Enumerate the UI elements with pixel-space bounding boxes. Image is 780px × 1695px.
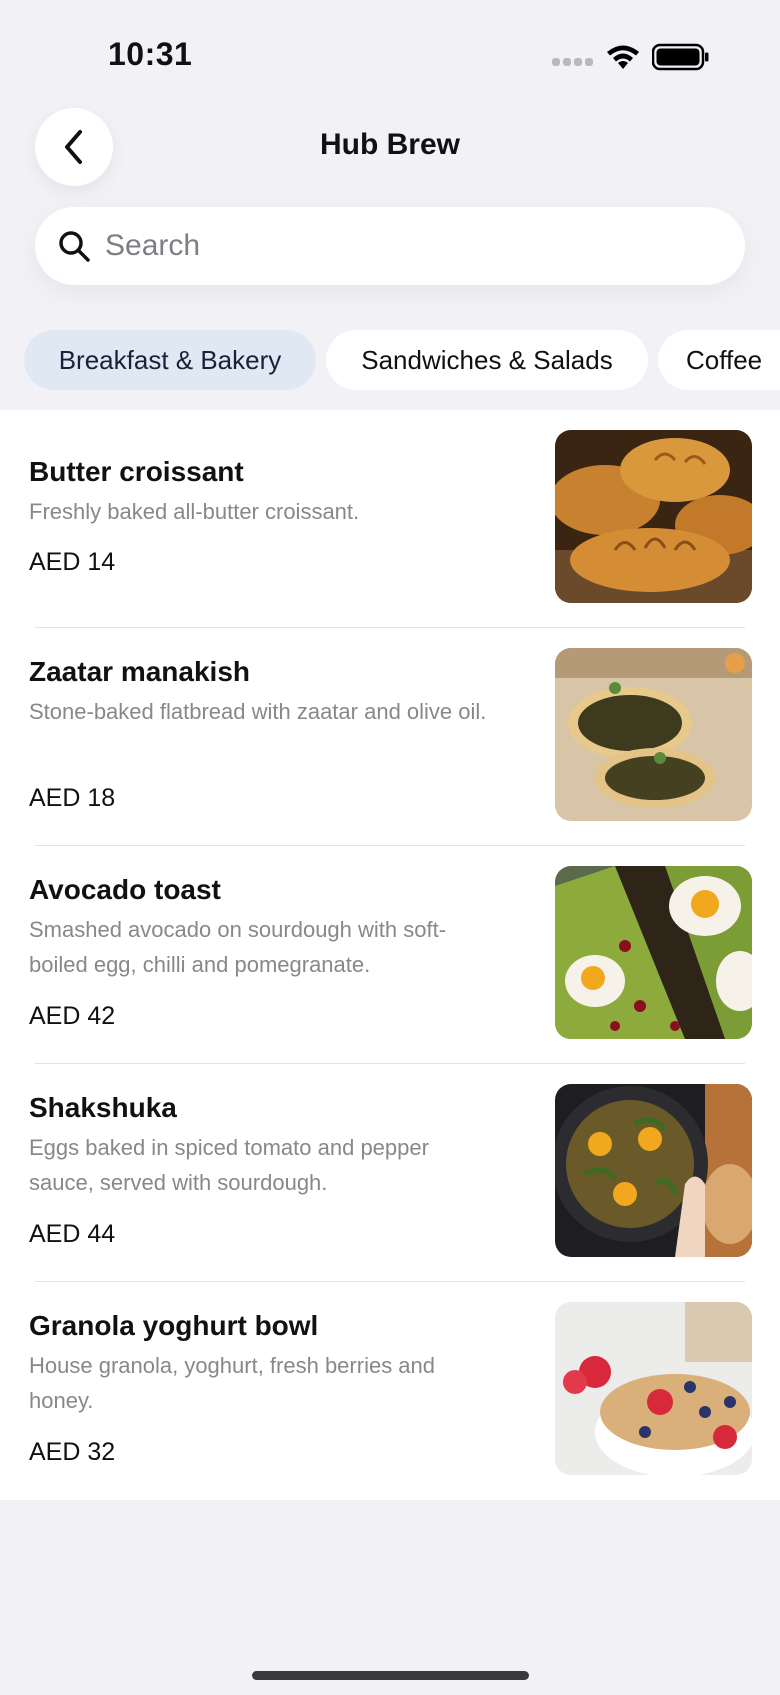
item-description: Eggs baked in spiced tomato and pepper s… [29, 1135, 429, 1195]
item-price: AED 44 [29, 1220, 116, 1248]
item-description: Smashed avocado on sourdough with soft-b… [29, 917, 447, 977]
category-tabs: Breakfast & Bakery Sandwiches & Salads C… [0, 330, 780, 390]
item-name: Zaatar manakish [29, 656, 250, 687]
tab-sandwiches-salads[interactable]: Sandwiches & Salads [326, 330, 648, 390]
search-bar[interactable] [35, 207, 745, 285]
item-name: Granola yoghurt bowl [29, 1310, 319, 1341]
item-price: AED 42 [29, 1002, 116, 1030]
menu-item-shakshuka[interactable]: Shakshuka Eggs baked in spiced tomato an… [0, 1064, 780, 1282]
wifi-icon [607, 45, 639, 69]
granola-bowl-photo [555, 1302, 752, 1475]
menu-list: Butter croissant Freshly baked all-butte… [0, 410, 780, 1500]
cellular-signal-icon [552, 58, 594, 68]
item-name: Shakshuka [29, 1092, 177, 1123]
manakish-photo [555, 648, 752, 821]
item-name: Butter croissant [29, 456, 244, 487]
search-icon [59, 231, 90, 262]
menu-item-butter-croissant[interactable]: Butter croissant Freshly baked all-butte… [0, 410, 780, 628]
shakshuka-photo [555, 1084, 752, 1257]
item-name: Avocado toast [29, 874, 221, 905]
battery-icon [652, 43, 709, 71]
menu-item-zaatar-manakish[interactable]: Zaatar manakish Stone-baked flatbread wi… [0, 628, 780, 846]
item-description: Stone-baked flatbread with zaatar and ol… [29, 699, 487, 724]
item-price: AED 18 [29, 784, 116, 812]
tab-breakfast-bakery[interactable]: Breakfast & Bakery [24, 330, 316, 390]
croissant-photo [555, 430, 752, 603]
menu-item-granola-yoghurt-bowl[interactable]: Granola yoghurt bowl House granola, yogh… [0, 1282, 780, 1500]
search-input[interactable] [103, 228, 667, 264]
status-time: 10:31 [108, 36, 193, 72]
menu-item-avocado-toast[interactable]: Avocado toast Smashed avocado on sourdou… [0, 846, 780, 1064]
item-description: House granola, yoghurt, fresh berries an… [29, 1353, 436, 1413]
status-bar: 10:31 [0, 0, 780, 100]
page-title: Hub Brew [319, 128, 460, 161]
home-indicator[interactable] [252, 1671, 529, 1680]
tab-coffee[interactable]: Coffee [658, 330, 780, 390]
item-description: Freshly baked all-butter croissant. [29, 499, 360, 524]
item-price: AED 14 [29, 548, 116, 576]
item-price: AED 32 [29, 1438, 116, 1466]
avocado-toast-photo [555, 866, 752, 1039]
